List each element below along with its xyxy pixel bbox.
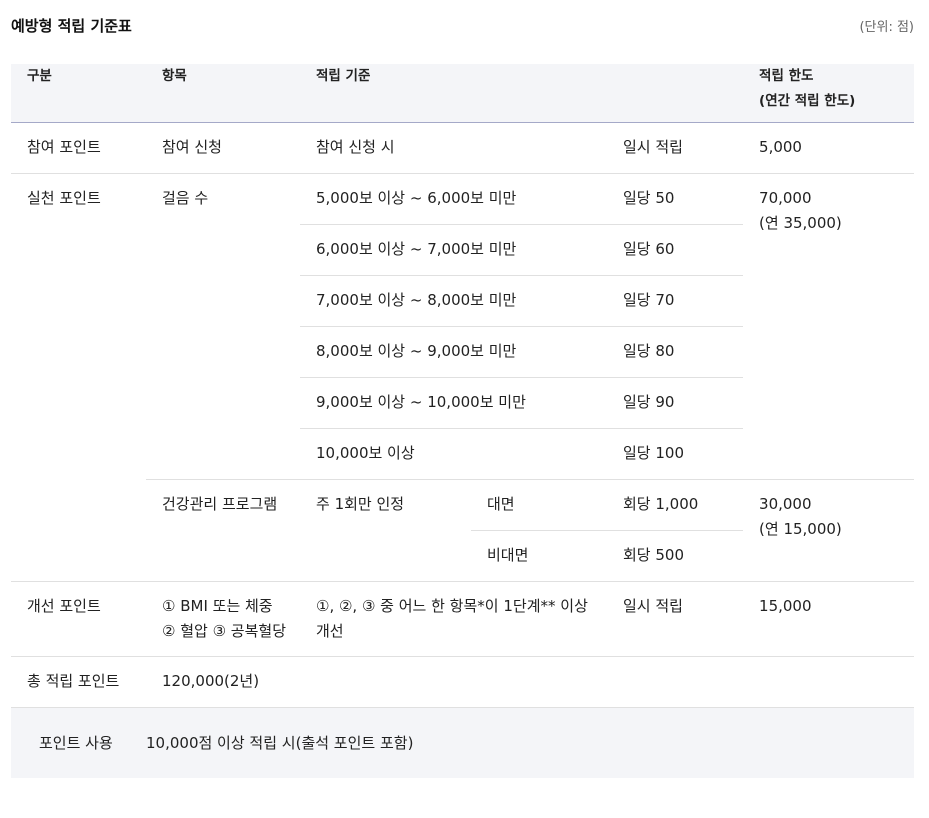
- header-criteria: 적립 기준: [300, 64, 744, 123]
- category-cell: 실천 포인트: [27, 189, 101, 207]
- unit-label: (단위: 점): [859, 20, 914, 35]
- usage-value: 10,000점 이상 적립 시(출석 포인트 포함): [146, 733, 414, 752]
- total-value: 120,000(2년): [162, 672, 260, 690]
- item-cell: 참여 신청: [162, 138, 222, 156]
- table-header-row: 구분 항목 적립 기준 적립 한도 (연간 적립 한도): [11, 64, 915, 123]
- points-cell: 일당 60: [623, 240, 675, 258]
- points-cell: 일당 100: [623, 444, 684, 462]
- criteria-cell: 10,000보 이상: [316, 444, 415, 462]
- limit-cell: 5,000: [759, 138, 802, 156]
- criteria-cell: 주 1회만 인정: [316, 495, 405, 513]
- category-cell: 참여 포인트: [27, 138, 101, 156]
- criteria-cell: 6,000보 이상 ~ 7,000보 미만: [316, 240, 517, 258]
- table-row: 실천 포인트 걸음 수 5,000보 이상 ~ 6,000보 미만 일당 50 …: [11, 173, 914, 582]
- points-table: 구분 항목 적립 기준 적립 한도 (연간 적립 한도) 참여 포인트 참여 신…: [11, 64, 915, 778]
- header-item: 항목: [146, 64, 300, 123]
- usage-row: 포인트 사용 10,000점 이상 적립 시(출석 포인트 포함): [11, 707, 915, 778]
- points-cell: 일당 70: [623, 291, 675, 309]
- criteria-cell: 9,000보 이상 ~ 10,000보 미만: [316, 393, 526, 411]
- item-cell: 걸음 수: [162, 189, 209, 207]
- points-cell: 일시 적립: [623, 597, 683, 615]
- criteria-cell: 7,000보 이상 ~ 8,000보 미만: [316, 291, 517, 309]
- header-limit: 적립 한도 (연간 적립 한도): [743, 64, 915, 123]
- criteria-cell: 참여 신청 시: [316, 138, 395, 156]
- points-cell: 일당 80: [623, 342, 675, 360]
- limit-cell: 70,000 (연 35,000): [759, 189, 842, 232]
- usage-label: 포인트 사용: [39, 733, 113, 752]
- header-category: 구분: [11, 64, 146, 123]
- points-cell: 일당 90: [623, 393, 675, 411]
- item-cell: ① BMI 또는 체중 ② 혈압 ③ 공복혈당: [162, 597, 286, 640]
- limit-cell: 30,000 (연 15,000): [759, 495, 842, 538]
- criteria-cell: 8,000보 이상 ~ 9,000보 미만: [316, 342, 517, 360]
- table-row: 총 적립 포인트 120,000(2년): [11, 656, 915, 708]
- limit-cell: 15,000: [759, 597, 812, 615]
- points-cell: 회당 1,000: [623, 495, 699, 513]
- mode-cell: 대면: [487, 495, 515, 513]
- points-cell: 회당 500: [623, 546, 684, 564]
- points-cell: 일시 적립: [623, 138, 683, 156]
- table-row: 건강관리 프로그램 주 1회만 인정 대면 회당 1,000 30,000 (연…: [11, 479, 915, 582]
- table-row: 개선 포인트 ① BMI 또는 체중 ② 혈압 ③ 공복혈당 ①, ②, ③ 중…: [11, 581, 915, 657]
- table-row: 참여 포인트 참여 신청 참여 신청 시 일시 적립 5,000: [11, 122, 915, 174]
- category-cell: 총 적립 포인트: [27, 672, 120, 690]
- page-title: 예방형 적립 기준표: [11, 17, 132, 35]
- mode-cell: 비대면: [487, 546, 529, 564]
- criteria-cell: 5,000보 이상 ~ 6,000보 미만: [316, 189, 517, 207]
- points-cell: 일당 50: [623, 189, 675, 207]
- item-cell: 건강관리 프로그램: [162, 495, 278, 513]
- category-cell: 개선 포인트: [27, 597, 101, 615]
- criteria-cell: ①, ②, ③ 중 어느 한 항목*이 1단계** 이상 개선: [316, 597, 588, 640]
